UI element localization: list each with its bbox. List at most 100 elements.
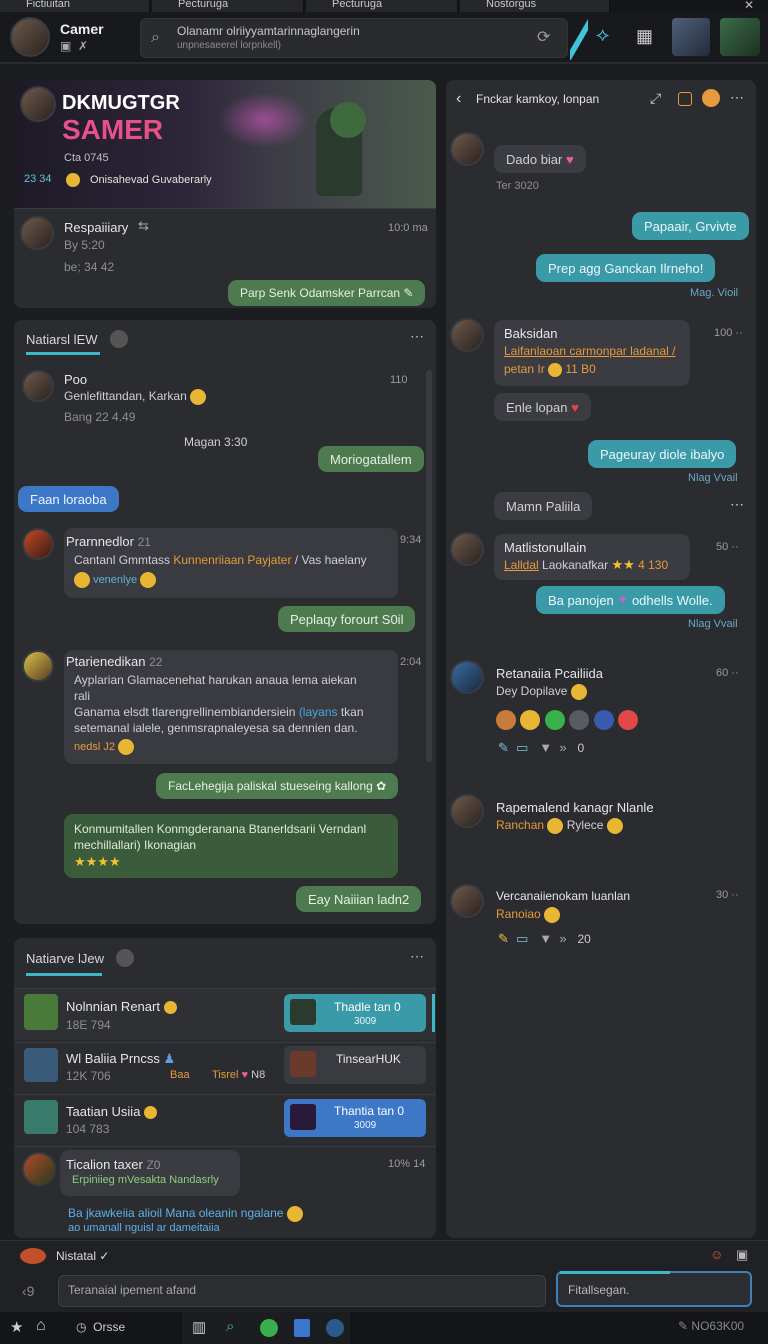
message-bubble[interactable]: Papaair, Grvivte	[632, 212, 749, 240]
thumbnail-image[interactable]	[672, 18, 710, 56]
down-icon[interactable]: ▼	[539, 740, 552, 755]
forward-icon[interactable]: »	[559, 931, 566, 946]
star-icon[interactable]: ★	[10, 1318, 23, 1336]
emoji-picker-icon[interactable]: ☺	[710, 1247, 723, 1262]
text-part: Dey Dopilave	[496, 684, 568, 699]
grid-icon[interactable]: ▦	[636, 26, 653, 47]
message-bubble[interactable]: Pageuray diole ibalyo	[588, 440, 737, 468]
reaction-icon[interactable]	[593, 710, 614, 730]
avatar[interactable]	[450, 660, 484, 694]
back-icon[interactable]: ‹	[456, 90, 461, 108]
message-text: Parp Senk Odamsker Parrcan	[240, 286, 401, 300]
row-title: Taatian Usiia	[66, 1104, 158, 1120]
mention-link[interactable]: Kunnenriiaan Payjater	[173, 553, 291, 567]
app-icon[interactable]	[260, 1319, 278, 1337]
tab-list[interactable]: Natiarve lJew	[26, 951, 104, 966]
pencil-icon[interactable]: ✎	[498, 740, 509, 755]
mention-link[interactable]: (layans	[299, 705, 338, 719]
tab-1[interactable]: Fictiuitan	[0, 0, 150, 12]
taskbar-item[interactable]: ◷ Orsse	[76, 1320, 125, 1334]
pencil-icon[interactable]: ✎	[498, 931, 509, 946]
reaction-icon[interactable]	[544, 710, 565, 730]
message-bubble[interactable]: Dado biar ♥	[494, 145, 586, 173]
more-icon[interactable]: ⋯	[410, 328, 424, 345]
share-icon[interactable]: ⟡	[596, 24, 609, 47]
message-bubble[interactable]: Faan loraoba	[18, 486, 119, 512]
thumbnail-image[interactable]	[720, 18, 760, 56]
action-row: ✎ ▭ ▼ » 0	[498, 740, 584, 756]
message-bubble[interactable]: Ba panojen ✦ odhells Wolle.	[536, 586, 725, 614]
date-divider: Magan 3:30	[184, 435, 248, 449]
reaction-icon[interactable]	[618, 710, 639, 730]
time-text: 60	[716, 667, 729, 679]
more-icon[interactable]: ⋯	[410, 948, 424, 965]
message-bubble[interactable]: Prep agg Ganckan Ilrneho!	[536, 254, 716, 282]
more-icon[interactable]: ⋯	[730, 496, 744, 513]
search-input[interactable]: Olanamr olriiyyamtarinnaglangerin	[177, 24, 360, 38]
reaction-icon[interactable]	[569, 710, 590, 730]
more-icon[interactable]: ⋯	[730, 89, 744, 106]
search-bar[interactable]: ⌕ Olanamr olriiyyamtarinnaglangerin unpn…	[140, 18, 568, 58]
bookmark-icon[interactable]	[678, 92, 692, 106]
text-part: venenlye	[93, 573, 138, 586]
emoji-icon[interactable]	[702, 89, 720, 107]
text-part: Cantanl Gmmtass	[74, 553, 171, 567]
forward-icon[interactable]: »	[559, 740, 566, 755]
avatar[interactable]	[22, 370, 54, 402]
avatar[interactable]	[22, 528, 54, 560]
row-meta: Erpiniieg mVesakta Nandasrly	[72, 1174, 219, 1186]
message-bubble[interactable]: Eay Naiiian ladn2	[296, 886, 422, 912]
home-icon[interactable]: ⌂	[36, 1317, 46, 1335]
back-icon[interactable]: ‹9	[22, 1283, 34, 1299]
message-bubble[interactable]: Peplaqy forourt S0il	[278, 606, 416, 632]
heart-icon: ♥	[571, 399, 579, 415]
badge-icon: ♟	[163, 1051, 176, 1066]
window-icon[interactable]: ▥	[192, 1318, 206, 1336]
avatar[interactable]	[10, 17, 50, 57]
reaction-icon[interactable]	[520, 710, 541, 730]
tab-3[interactable]: Pecturuga	[306, 0, 458, 12]
scrollbar[interactable]	[426, 370, 432, 762]
tab-4[interactable]: Nostorgus	[460, 0, 610, 12]
message-meta: Bang 22 4.49	[64, 410, 136, 424]
message-bubble[interactable]: Enle lopan ♥	[494, 393, 591, 421]
mention-link[interactable]: Lalldal	[504, 558, 539, 572]
avatar[interactable]	[20, 86, 56, 122]
avatar[interactable]	[450, 794, 484, 828]
avatar[interactable]	[22, 650, 54, 682]
tab-2[interactable]: Pecturuga	[152, 0, 304, 12]
close-icon[interactable]: ✕	[744, 0, 754, 12]
message-time: 50 ··	[716, 541, 739, 553]
app-icon[interactable]	[326, 1319, 344, 1337]
refresh-icon[interactable]: ⟳	[537, 27, 550, 47]
tab-chat[interactable]: Natiarsl lEW	[26, 332, 98, 347]
message-author: Matlistonullain	[504, 540, 587, 555]
down-icon[interactable]: ▼	[539, 931, 552, 946]
attach-icon[interactable]: ▣	[736, 1247, 748, 1263]
expand-icon[interactable]: ⤢	[650, 90, 661, 107]
reaction-icon[interactable]	[496, 710, 516, 730]
message-meta: Mag. Vioil	[690, 287, 739, 299]
message-bubble[interactable]: FacLehegija paliskal stueseing kallong ✿	[156, 773, 399, 799]
tool-icon[interactable]: ✗	[78, 39, 88, 53]
avatar[interactable]	[450, 132, 484, 166]
message-text: Ba panojen	[548, 592, 614, 608]
card-thumbnail	[290, 999, 316, 1025]
mention-link[interactable]: Laifanlaoan carmonpar ladanal /	[504, 344, 675, 358]
row-time: 10% 14	[388, 1158, 426, 1170]
time-text: 50	[716, 541, 729, 553]
app-icon[interactable]	[294, 1319, 310, 1337]
avatar[interactable]	[22, 1152, 56, 1186]
tray-item[interactable]: ✎ NO63K00	[678, 1319, 744, 1333]
message-bubble[interactable]: Mamn Paliila	[494, 492, 593, 520]
message-bubble[interactable]: Moriogatallem	[318, 446, 424, 472]
chat-icon[interactable]: ▣	[60, 39, 71, 53]
text-part: / Vas haelany	[294, 553, 367, 567]
avatar[interactable]	[450, 532, 484, 566]
avatar[interactable]	[450, 884, 484, 918]
avatar[interactable]	[450, 318, 484, 352]
search-icon[interactable]: ⌕	[226, 1318, 234, 1335]
avatar[interactable]	[20, 216, 54, 250]
row-meta: 12K 706	[66, 1069, 111, 1083]
message-bubble[interactable]: Parp Senk Odamsker Parrcan ✎	[228, 280, 426, 306]
